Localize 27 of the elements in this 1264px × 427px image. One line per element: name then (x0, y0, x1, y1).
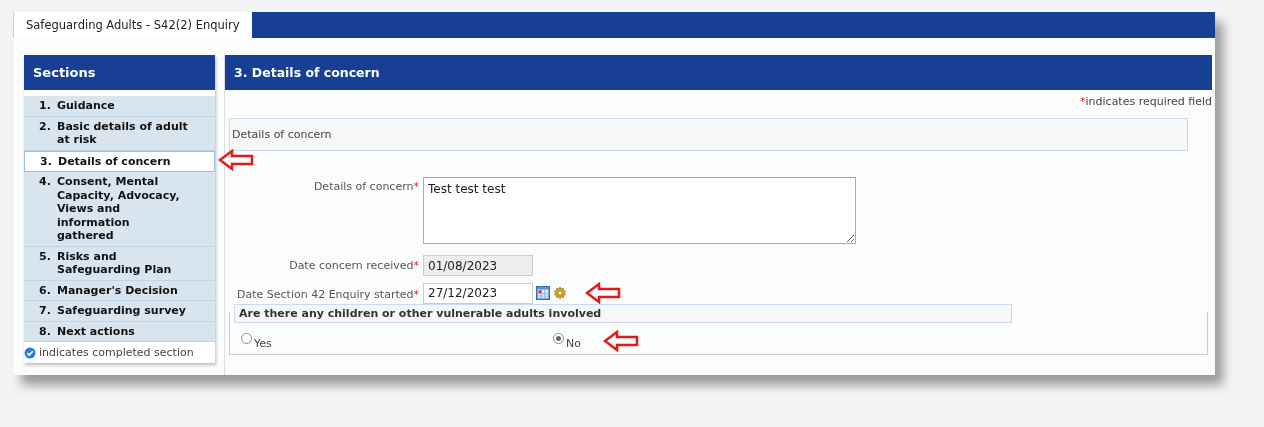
section-title: Details of concern (232, 128, 332, 141)
radio-button[interactable] (553, 333, 564, 344)
panel-header: 3. Details of concern (225, 55, 1212, 90)
tab[interactable]: Safeguarding Adults - S42(2) Enquiry (13, 12, 252, 38)
field-label: Date concern received* (288, 258, 419, 272)
option-label: Yes (254, 337, 272, 350)
sidebar-item[interactable]: 8. Next actions (24, 321, 215, 342)
sidebar-item[interactable]: 7. Safeguarding survey (24, 301, 215, 322)
gear-icon[interactable] (553, 286, 567, 300)
required-note: *indicates required field (1080, 95, 1212, 108)
sidebar-item[interactable]: 1. Guidance (24, 96, 215, 117)
option-label: No (566, 337, 581, 350)
question-legend: Are there any children or other vulnerable adults involved (234, 304, 1012, 323)
field-label: Date Section 42 Enquiry started* (236, 287, 419, 301)
sidebar-item[interactable]: 6. Manager's Decision (24, 280, 215, 301)
date-field[interactable]: 27/12/2023 (423, 282, 533, 304)
sidebar-header: Sections (24, 55, 215, 90)
date-field[interactable]: 01/08/2023 (423, 255, 533, 276)
legend-text: indicates completed section (39, 346, 194, 359)
sidebar-item[interactable]: 2. Basic details of adult at risk (24, 116, 215, 151)
radio-button[interactable] (241, 333, 252, 344)
calendar-icon[interactable] (536, 286, 550, 300)
text-area[interactable]: Test test test (423, 177, 856, 244)
sidebar-item[interactable]: 4. Consent, Mental Capacity, Advocacy, Views and information gathered (24, 172, 215, 247)
sidebar-item[interactable]: 5. Risks and Safeguarding Plan (24, 246, 215, 281)
sidebar-item[interactable]: 3. Details of concern (24, 150, 215, 172)
field-label: Details of concern* (312, 179, 419, 193)
